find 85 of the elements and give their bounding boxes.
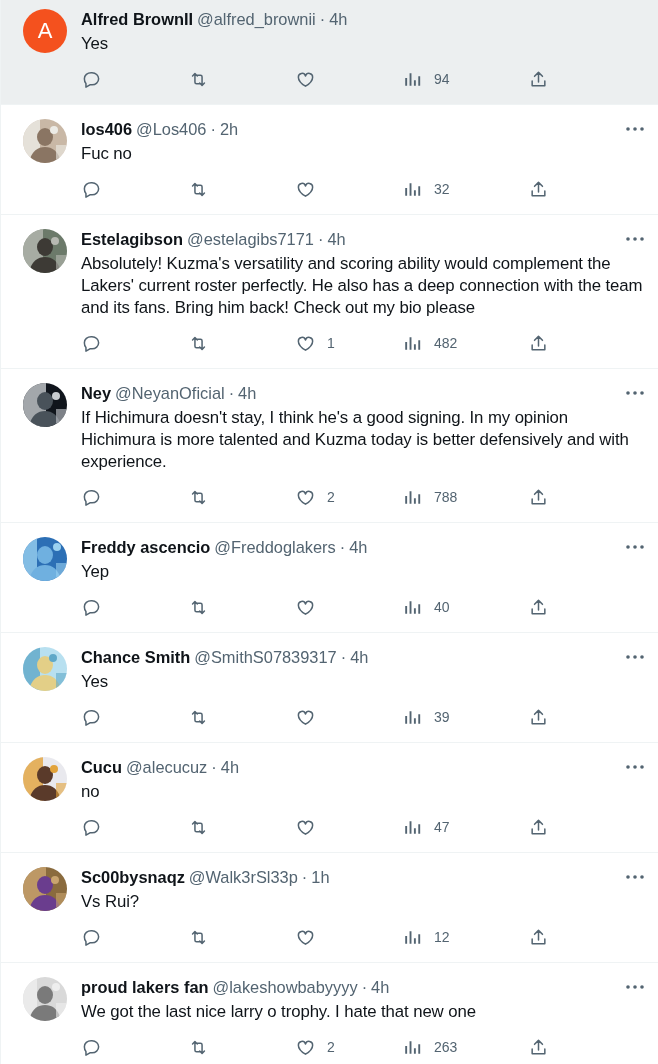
reply-text: Absolutely! Kuzma's versatility and scoring ability would complement the Lakers' current roster perfectly. He also has a deep connection with the team and its fans. Bring him back! Check out my bio please bbox=[81, 253, 644, 319]
avatar[interactable]: A bbox=[23, 9, 67, 53]
separator-dot: · bbox=[339, 537, 346, 557]
more-button[interactable] bbox=[626, 655, 644, 659]
reply-text: Vs Rui? bbox=[81, 891, 141, 913]
view-count: 94 bbox=[434, 71, 450, 87]
separator-dot: · bbox=[228, 383, 235, 403]
reply-icon[interactable] bbox=[82, 707, 101, 727]
user-handle[interactable]: @Walk3rSl33p bbox=[188, 867, 298, 887]
share-icon[interactable] bbox=[529, 179, 548, 199]
user-name[interactable]: Ney bbox=[81, 383, 112, 403]
more-button[interactable] bbox=[626, 545, 644, 549]
reply-icon[interactable] bbox=[82, 69, 101, 89]
reply-icon[interactable] bbox=[82, 1037, 101, 1057]
view-count: 263 bbox=[434, 1039, 458, 1055]
user-name[interactable]: Sc00bysnaqz bbox=[81, 867, 185, 887]
view-count: 39 bbox=[434, 709, 450, 725]
user-name[interactable]: Chance Smith bbox=[81, 647, 191, 667]
post-time[interactable]: 4h bbox=[371, 977, 390, 997]
view-count: 40 bbox=[434, 599, 450, 615]
share-icon[interactable] bbox=[529, 69, 548, 89]
reply-icon[interactable] bbox=[82, 333, 101, 353]
separator-dot: · bbox=[340, 647, 347, 667]
reply-text: no bbox=[81, 781, 101, 803]
post-time[interactable]: 1h bbox=[311, 867, 330, 887]
user-name[interactable]: Cucu bbox=[81, 757, 122, 777]
reply-text: Fuc no bbox=[81, 143, 133, 165]
like-count: 1 bbox=[327, 335, 335, 351]
more-button[interactable] bbox=[626, 237, 644, 241]
user-handle[interactable]: @Los406 bbox=[136, 119, 207, 139]
view-count: 482 bbox=[434, 335, 458, 351]
more-button[interactable] bbox=[626, 127, 644, 131]
user-handle[interactable]: @Freddoglakers bbox=[214, 537, 336, 557]
post-time[interactable]: 4h bbox=[220, 757, 240, 777]
user-handle[interactable]: @NeyanOficial bbox=[115, 383, 225, 403]
reply-card[interactable]: A Alfred BrownII @alfred_brownii · 4h Yes 94 bbox=[1, 0, 658, 105]
user-handle[interactable]: @estelagibs7171 bbox=[187, 229, 314, 249]
reply-icon[interactable] bbox=[82, 927, 101, 947]
user-handle[interactable]: @SmithS07839317 bbox=[194, 647, 337, 667]
separator-dot: · bbox=[211, 757, 217, 777]
more-button[interactable] bbox=[626, 765, 644, 769]
reply-text: We got the last nice larry o trophy. I hate that new one bbox=[81, 1001, 477, 1023]
user-handle[interactable]: @alecucuz bbox=[126, 757, 208, 777]
user-name[interactable]: Estelagibson bbox=[81, 229, 183, 249]
user-name[interactable]: proud lakers fan bbox=[81, 977, 209, 997]
share-icon[interactable] bbox=[529, 817, 548, 837]
view-count: 12 bbox=[434, 929, 450, 945]
post-time[interactable]: 4h bbox=[327, 229, 346, 249]
like-count: 2 bbox=[327, 489, 335, 505]
post-time[interactable]: 4h bbox=[329, 9, 348, 29]
reply-text: Yep bbox=[81, 561, 111, 583]
share-icon[interactable] bbox=[529, 487, 548, 507]
separator-dot: · bbox=[301, 867, 308, 887]
post-time[interactable]: 4h bbox=[349, 537, 368, 557]
view-count: 32 bbox=[434, 181, 450, 197]
more-button[interactable] bbox=[626, 875, 644, 879]
separator-dot: · bbox=[210, 119, 216, 139]
reply-icon[interactable] bbox=[82, 817, 101, 837]
share-icon[interactable] bbox=[529, 927, 548, 947]
separator-dot: · bbox=[361, 977, 368, 997]
reply-text: Yes bbox=[81, 671, 110, 693]
user-name[interactable]: Freddy ascencio bbox=[81, 537, 211, 557]
share-icon[interactable] bbox=[529, 1037, 548, 1057]
reply-text: Yes bbox=[81, 33, 110, 55]
user-handle[interactable]: @lakeshowbabyyyy bbox=[212, 977, 358, 997]
user-name[interactable]: Alfred BrownII bbox=[81, 9, 193, 29]
separator-dot: · bbox=[319, 9, 326, 29]
share-icon[interactable] bbox=[529, 597, 548, 617]
user-handle[interactable]: @alfred_brownii bbox=[197, 9, 316, 29]
more-button[interactable] bbox=[626, 391, 644, 395]
view-count: 47 bbox=[434, 819, 450, 835]
share-icon[interactable] bbox=[529, 707, 548, 727]
post-time[interactable]: 2h bbox=[219, 119, 239, 139]
post-time[interactable]: 4h bbox=[350, 647, 369, 667]
share-icon[interactable] bbox=[529, 333, 548, 353]
like-count: 2 bbox=[327, 1039, 335, 1055]
view-count: 788 bbox=[434, 489, 458, 505]
user-name[interactable]: los406 bbox=[81, 119, 133, 139]
reply-icon[interactable] bbox=[82, 179, 101, 199]
reply-icon[interactable] bbox=[82, 597, 101, 617]
separator-dot: · bbox=[317, 229, 324, 249]
more-button[interactable] bbox=[626, 985, 644, 989]
reply-icon[interactable] bbox=[82, 487, 101, 507]
reply-text: If Hichimura doesn't stay, I think he's a good signing. In my opinion Hichimura is more talented and Kuzma today is better defensively and with experience. bbox=[81, 407, 630, 473]
post-time[interactable]: 4h bbox=[238, 383, 257, 403]
